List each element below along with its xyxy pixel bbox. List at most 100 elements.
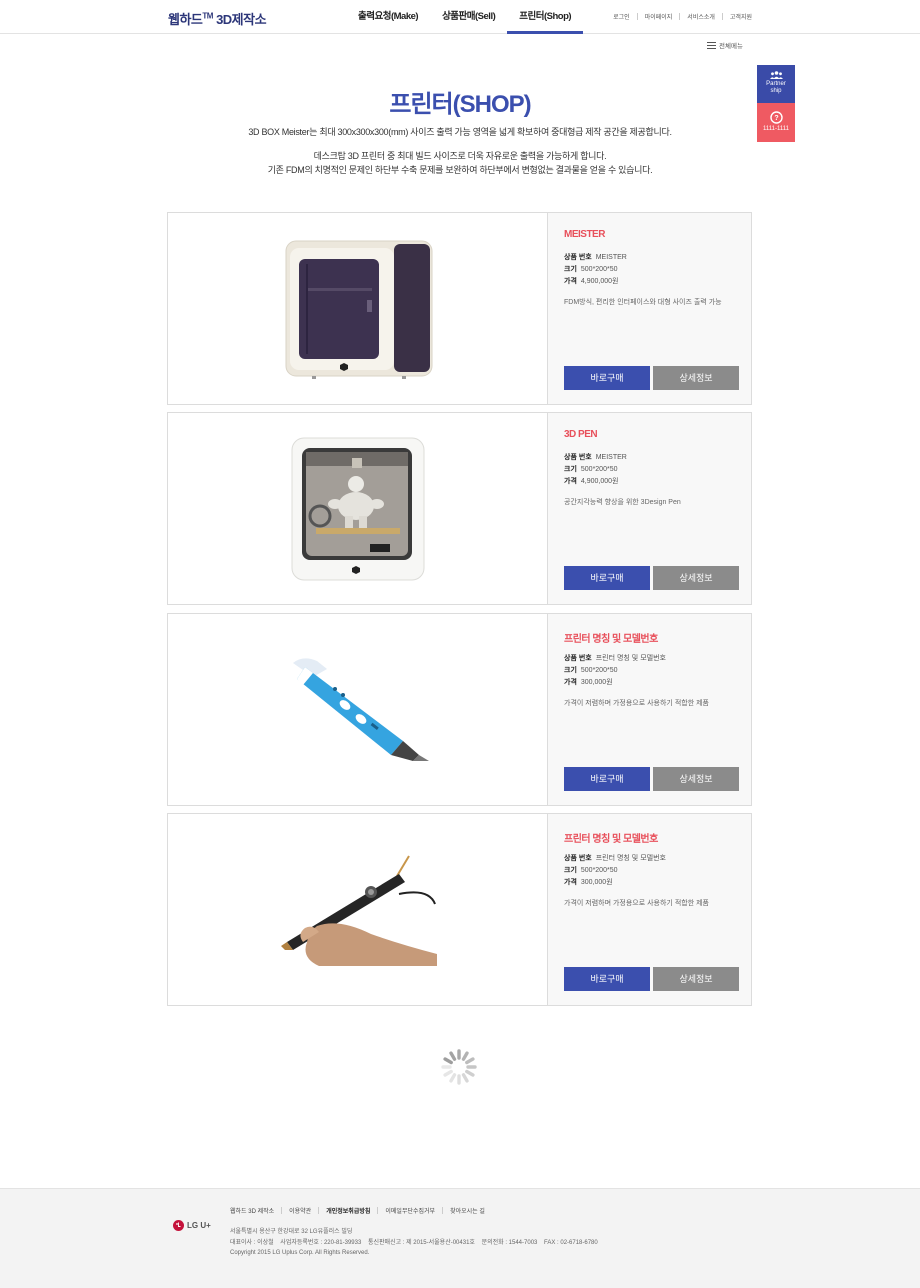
footer-copyright: Copyright 2015 LG Uplus Corp. All Rights… — [230, 1250, 370, 1256]
site-logo[interactable]: 웹하드TM 3D제작소 — [168, 9, 267, 28]
login-link[interactable]: 로그인 — [613, 12, 630, 21]
product-size: 500*200*50 — [580, 667, 618, 674]
hamburger-icon — [707, 41, 716, 49]
divider — [281, 1207, 283, 1214]
all-menu-button[interactable]: 전체메뉴 — [707, 40, 743, 50]
product-info: MEISTER 상품 번호 MEISTER 크기 500*200*50 가격 4,90… — [547, 213, 751, 404]
product-number: 프린터 명칭 및 모델번호 — [595, 855, 666, 862]
footer-logo-text: LG U+ — [187, 1221, 211, 1230]
spec-label: 크기 — [564, 466, 577, 473]
product-price: 300,000원 — [580, 879, 613, 886]
printer-with-figure-image — [291, 437, 424, 580]
spec-label: 크기 — [564, 867, 577, 874]
blue-3d-pen-image — [292, 657, 429, 761]
hand-holding-3d-pen-image — [278, 853, 437, 966]
spec-label: 크기 — [564, 667, 577, 674]
detail-info-button[interactable]: 상세정보 — [653, 366, 739, 390]
buy-now-button[interactable]: 바로구매 — [564, 566, 650, 590]
product-price: 300,000원 — [580, 679, 613, 686]
product-info: 3D PEN 상품 번호 MEISTER 크기 500*200*50 가격 4,900… — [547, 413, 751, 604]
page-description-3: 기존 FDM의 치명적인 문제인 하단부 수축 문제를 보완하여 하단부에서 변… — [267, 165, 653, 175]
buy-now-button[interactable]: 바로구매 — [564, 366, 650, 390]
divider — [318, 1207, 320, 1214]
mypage-link[interactable]: 마이페이지 — [645, 12, 673, 21]
product-specs: 상품 번호 MEISTER 크기 500*200*50 가격 4,900,000원 — [564, 252, 627, 288]
product-description: 가격이 저렴하며 가정용으로 사용하기 적합한 제품 — [564, 700, 709, 707]
spec-label: 가격 — [564, 278, 577, 285]
product-description: FDM방식, 편리한 인터페이스와 대형 사이즈 출력 가능 — [564, 299, 722, 306]
people-icon — [769, 71, 783, 79]
spec-label: 상품 번호 — [564, 254, 592, 261]
spec-label: 크기 — [564, 266, 577, 273]
top-header: 웹하드TM 3D제작소 출력요청(Make) 상품판매(Sell) 프린터(Sh… — [0, 0, 920, 34]
product-size: 500*200*50 — [580, 266, 618, 273]
loading-spinner-icon — [441, 1049, 477, 1085]
divider — [442, 1207, 444, 1214]
product-price: 4,900,000원 — [580, 278, 619, 285]
spec-label: 상품 번호 — [564, 855, 592, 862]
util-menu: 로그인 마이페이지 서비스소개 고객지원 — [613, 12, 752, 21]
product-info: 프린터 명칭 및 모델번호 상품 번호 프린터 명칭 및 모델번호 크기 500*2… — [547, 614, 751, 805]
printer-empty-image — [285, 240, 432, 379]
spec-label: 가격 — [564, 879, 577, 886]
product-specs: 상품 번호 프린터 명칭 및 모델번호 크기 500*200*50 가격 300,00… — [564, 853, 666, 889]
detail-info-button[interactable]: 상세정보 — [653, 767, 739, 791]
product-price: 4,900,000원 — [580, 478, 619, 485]
product-card: 프린터 명칭 및 모델번호 상품 번호 프린터 명칭 및 모델번호 크기 500*2… — [167, 813, 752, 1006]
spec-label: 가격 — [564, 478, 577, 485]
product-card: 3D PEN 상품 번호 MEISTER 크기 500*200*50 가격 4,900… — [167, 412, 752, 605]
footer-link-terms[interactable]: 이용약관 — [289, 1206, 311, 1215]
footer-registration: 대표이사 : 이상철 사업자등록번호 : 220-81-39933 통신판매신고… — [230, 1239, 598, 1246]
product-number: MEISTER — [595, 254, 627, 261]
product-image[interactable] — [168, 614, 547, 805]
product-number: MEISTER — [595, 454, 627, 461]
product-card: MEISTER 상품 번호 MEISTER 크기 500*200*50 가격 4,90… — [167, 212, 752, 405]
product-image[interactable] — [168, 213, 547, 404]
product-size: 500*200*50 — [580, 466, 618, 473]
footer-link-email-refusal[interactable]: 이메일무단수집거부 — [385, 1206, 435, 1215]
footer: LG U+ 웹하드 3D 제작소 이용약관 개인정보취급방침 이메일무단수집거부… — [0, 1188, 920, 1288]
all-menu-label: 전체메뉴 — [719, 43, 743, 50]
buy-now-button[interactable]: 바로구매 — [564, 767, 650, 791]
support-link[interactable]: 고객지원 — [730, 12, 752, 21]
spec-label: 상품 번호 — [564, 655, 592, 662]
detail-info-button[interactable]: 상세정보 — [653, 967, 739, 991]
product-card: 프린터 명칭 및 모델번호 상품 번호 프린터 명칭 및 모델번호 크기 500*2… — [167, 613, 752, 806]
spec-label: 가격 — [564, 679, 577, 686]
product-size: 500*200*50 — [580, 867, 618, 874]
product-name[interactable]: 프린터 명칭 및 모델번호 — [564, 630, 658, 645]
product-description: 공간지각능력 향상을 위한 3Design Pen — [564, 499, 681, 506]
buy-now-button[interactable]: 바로구매 — [564, 967, 650, 991]
spec-label: 상품 번호 — [564, 454, 592, 461]
product-description: 가격이 저렴하며 가정용으로 사용하기 적합한 제품 — [564, 900, 709, 907]
footer-link-home[interactable]: 웹하드 3D 제작소 — [230, 1206, 274, 1215]
product-name[interactable]: MEISTER — [564, 229, 605, 240]
product-info: 프린터 명칭 및 모델번호 상품 번호 프린터 명칭 및 모델번호 크기 500*2… — [547, 814, 751, 1005]
detail-info-button[interactable]: 상세정보 — [653, 566, 739, 590]
product-specs: 상품 번호 MEISTER 크기 500*200*50 가격 4,900,000원 — [564, 452, 627, 488]
main-nav: 출력요청(Make) 상품판매(Sell) 프린터(Shop) — [346, 0, 584, 34]
lg-logo-icon — [173, 1220, 184, 1231]
page-description-2: 데스크탑 3D 프린터 중 최대 빌드 사이즈로 더욱 자유로운 출력을 가능하… — [313, 151, 607, 161]
footer-menu: 웹하드 3D 제작소 이용약관 개인정보취급방침 이메일무단수집거부 찾아오시는… — [230, 1206, 485, 1215]
page-description-1: 3D BOX Meister는 최대 300x300x300(mm) 사이즈 출… — [248, 127, 672, 137]
nav-sell[interactable]: 상품판매(Sell) — [430, 0, 507, 34]
product-image[interactable] — [168, 413, 547, 604]
nav-make[interactable]: 출력요청(Make) — [346, 0, 430, 34]
product-number: 프린터 명칭 및 모델번호 — [595, 655, 666, 662]
product-name[interactable]: 3D PEN — [564, 429, 598, 440]
divider — [377, 1207, 379, 1214]
nav-shop[interactable]: 프린터(Shop) — [507, 0, 584, 34]
divider — [721, 13, 723, 20]
divider — [679, 13, 681, 20]
divider — [636, 13, 638, 20]
product-specs: 상품 번호 프린터 명칭 및 모델번호 크기 500*200*50 가격 300,00… — [564, 653, 666, 689]
product-name[interactable]: 프린터 명칭 및 모델번호 — [564, 830, 658, 845]
product-image[interactable] — [168, 814, 547, 1005]
footer-link-privacy[interactable]: 개인정보취급방침 — [326, 1206, 370, 1215]
footer-company-info: 서울특별시 용산구 한강대로 32 LG유플러스 빌딩 대표이사 : 이상철 사… — [230, 1227, 598, 1259]
footer-address: 서울특별시 용산구 한강대로 32 LG유플러스 빌딩 — [230, 1229, 353, 1235]
service-intro-link[interactable]: 서비스소개 — [687, 12, 715, 21]
footer-logo: LG U+ — [173, 1220, 211, 1231]
footer-link-directions[interactable]: 찾아오시는 길 — [450, 1206, 485, 1215]
